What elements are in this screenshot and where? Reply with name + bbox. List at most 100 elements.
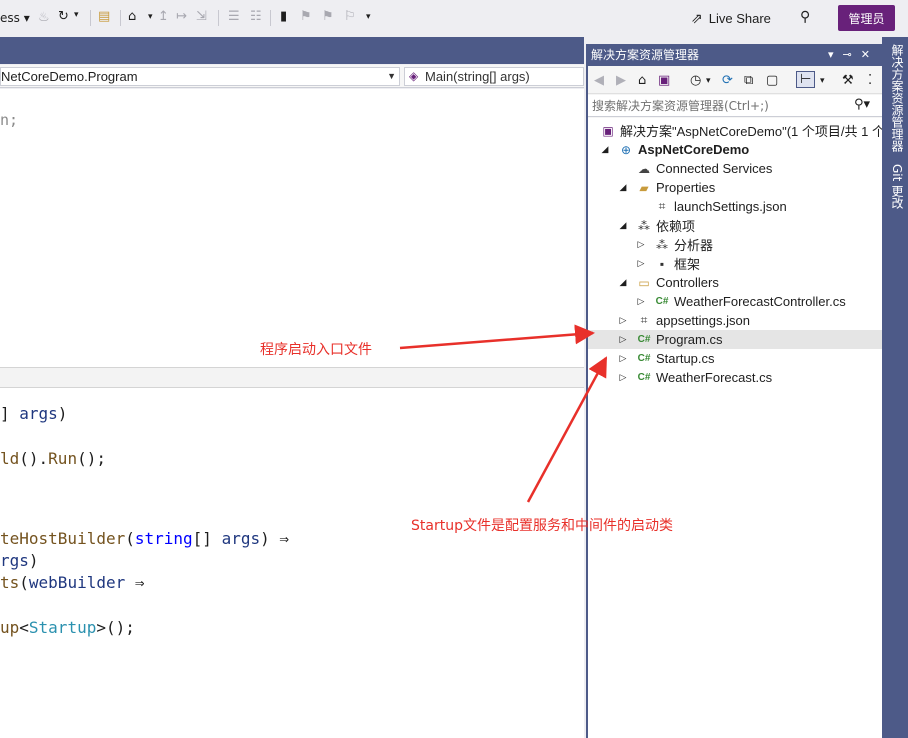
collapse-arrow-icon[interactable]: ◢ xyxy=(618,182,628,193)
code-token: [] xyxy=(192,529,222,548)
home-icon[interactable]: ⌂ xyxy=(128,9,136,24)
clear-bookmarks-icon[interactable]: ⚐ xyxy=(344,9,356,24)
step-into-icon[interactable]: ↥ xyxy=(158,9,169,24)
tree-item[interactable]: ▷ ⁂ 分析器 xyxy=(588,235,882,254)
solution-config-dropdown[interactable]: ess ▾ xyxy=(0,11,30,25)
forward-icon[interactable]: ▶ xyxy=(616,73,626,88)
code-token: Run xyxy=(48,449,78,468)
expand-arrow-icon[interactable]: ▷ xyxy=(618,334,628,345)
collapse-all-icon[interactable]: ⧉ xyxy=(744,73,753,88)
tree-item[interactable]: ◢ ⊕ AspNetCoreDemo xyxy=(588,140,882,159)
tree-item[interactable]: ▷ ⌗ appsettings.json xyxy=(588,311,882,330)
home-icon[interactable]: ⌂ xyxy=(638,73,646,88)
tree-view-icon[interactable]: ⊢ xyxy=(796,71,816,88)
tree-item-label: Controllers xyxy=(656,275,719,290)
dock-tab-solution-explorer[interactable]: 解决方案资源管理器 xyxy=(884,44,906,152)
tree-item[interactable]: ▷ C# Startup.cs xyxy=(588,349,882,368)
collapse-arrow-icon[interactable]: ◢ xyxy=(618,220,628,231)
main-toolbar: ess ▾ ♨ ↻ ▾ ▤ ⌂ ▾ ↥ ↦ ⇲ ☰ ☷ ▮ ⚑ ⚑ ⚐ ▾ ⇗ … xyxy=(0,0,908,37)
filter-dropdown-icon[interactable]: ▾ xyxy=(706,76,711,86)
code-token: ) xyxy=(57,404,68,423)
switch-views-icon[interactable]: ▣ xyxy=(658,73,670,88)
expand-arrow-icon[interactable]: ▷ xyxy=(636,258,646,269)
step-over-icon[interactable]: ↦ xyxy=(176,9,187,24)
live-share-label: Live Share xyxy=(708,10,771,26)
admin-badge[interactable]: 管理员 xyxy=(838,5,895,31)
tree-item[interactable]: ⌗ launchSettings.json xyxy=(588,197,882,216)
feedback-person-icon[interactable]: ⚲ xyxy=(800,9,810,25)
code-token: string xyxy=(134,529,193,548)
tree-item-label: WeatherForecast.cs xyxy=(656,370,773,385)
refresh-icon[interactable]: ↻ xyxy=(58,9,69,24)
tree-item[interactable]: ◢ ▰ Properties xyxy=(588,178,882,197)
solution-search-input[interactable]: 搜索解决方案资源管理器(Ctrl+;) xyxy=(588,95,882,117)
tree-item-label: Properties xyxy=(656,180,716,195)
code-editor-top-pane[interactable]: n; xyxy=(0,89,584,367)
expand-arrow-icon[interactable]: ▷ xyxy=(636,239,646,250)
bookmark-icon[interactable]: ▮ xyxy=(280,9,287,24)
properties-wrench-icon[interactable]: ⚒ xyxy=(842,73,854,88)
tree-item[interactable]: ▷ ▪ 框架 xyxy=(588,254,882,273)
editor-splitter[interactable] xyxy=(0,367,584,388)
member-dropdown-value: Main(string[] args) xyxy=(425,69,530,84)
next-bookmark-icon[interactable]: ⚑ xyxy=(322,9,334,24)
expand-arrow-icon[interactable]: ▷ xyxy=(636,296,646,307)
refresh-dropdown-icon[interactable]: ▾ xyxy=(74,10,79,20)
editor-tab-strip xyxy=(0,37,584,64)
panel-title-buttons: ▾ ⊸ ✕ xyxy=(828,44,870,66)
type-dropdown[interactable]: NetCoreDemo.Program ▼ xyxy=(0,67,400,86)
sync-icon[interactable]: ⟳ xyxy=(722,73,733,88)
tree-item[interactable]: ▷ C# WeatherForecast.cs xyxy=(588,368,882,387)
code-token: teHostBuilder xyxy=(0,529,126,548)
close-icon[interactable]: ✕ xyxy=(861,44,870,66)
tree-item[interactable]: ◢ ⁂ 依赖项 xyxy=(588,216,882,235)
code-editor-bottom-pane[interactable]: ] args) ld().Run(); teHostBuilder(string… xyxy=(0,388,584,738)
frameworks-icon: ▪ xyxy=(659,256,665,271)
tree-item[interactable]: ▣ 解决方案"AspNetCoreDemo"(1 个项目/共 1 个) xyxy=(588,121,889,140)
find-in-files-icon[interactable]: ▤ xyxy=(98,9,110,24)
tree-item[interactable]: ◢ ▭ Controllers xyxy=(588,273,882,292)
window-position-dropdown-icon[interactable]: ▾ xyxy=(828,44,834,66)
pin-icon[interactable]: ⊸ xyxy=(843,44,852,66)
dock-tab-git-changes[interactable]: Git 更改 xyxy=(884,164,906,209)
uncomment-icon[interactable]: ☷ xyxy=(250,9,262,24)
expand-arrow-icon[interactable]: ▷ xyxy=(618,353,628,364)
search-icon[interactable]: ⚲▾ xyxy=(854,97,870,112)
code-line: ld().Run(); xyxy=(0,449,106,468)
tree-item-label: launchSettings.json xyxy=(674,199,787,214)
tree-item[interactable]: ▷ C# Program.cs xyxy=(588,330,882,349)
code-line: ts(webBuilder ⇒ xyxy=(0,573,145,592)
tree-item-label: 解决方案"AspNetCoreDemo"(1 个项目/共 1 个) xyxy=(620,124,890,139)
tree-item[interactable]: ☁ Connected Services xyxy=(588,159,882,178)
collapse-arrow-icon[interactable]: ◢ xyxy=(618,277,628,288)
home-dropdown-icon[interactable]: ▾ xyxy=(148,12,153,22)
code-token: < xyxy=(19,618,29,637)
expand-arrow-icon[interactable]: ▷ xyxy=(618,372,628,383)
toolbar-separator xyxy=(120,10,121,26)
code-token: ts xyxy=(0,573,20,592)
member-dropdown[interactable]: ◈ Main(string[] args) xyxy=(404,67,584,86)
prev-bookmark-icon[interactable]: ⚑ xyxy=(300,9,312,24)
toolbar-separator xyxy=(90,10,91,26)
tree-item-label: Startup.cs xyxy=(656,351,715,366)
code-token: Startup xyxy=(28,618,97,637)
program-annotation: 程序启动入口文件 xyxy=(260,342,372,358)
show-all-files-icon[interactable]: ▢ xyxy=(766,73,778,88)
hot-reload-icon[interactable]: ♨ xyxy=(38,10,50,25)
code-token: ] xyxy=(0,404,20,423)
comment-icon[interactable]: ☰ xyxy=(228,9,240,24)
tree-item-label: AspNetCoreDemo xyxy=(638,142,750,157)
back-icon[interactable]: ◀ xyxy=(594,73,604,88)
code-token: >(); xyxy=(96,618,135,637)
toolbar-overflow-icon[interactable]: ▾ xyxy=(366,12,371,22)
step-out-icon[interactable]: ⇲ xyxy=(196,9,207,24)
collapse-arrow-icon[interactable]: ◢ xyxy=(600,144,610,155)
view-dropdown-icon[interactable]: ▾ xyxy=(820,76,825,86)
live-share-button[interactable]: ⇗ Live Share xyxy=(691,6,771,30)
expand-arrow-icon[interactable]: ▷ xyxy=(618,315,628,326)
tree-item[interactable]: ▷ C# WeatherForecastController.cs xyxy=(588,292,882,311)
pending-changes-filter-icon[interactable]: ◷ xyxy=(690,73,701,88)
tree-item-label: Connected Services xyxy=(656,161,773,176)
overflow-icon[interactable]: ⁚ xyxy=(868,73,872,88)
live-share-icon: ⇗ xyxy=(691,9,703,26)
